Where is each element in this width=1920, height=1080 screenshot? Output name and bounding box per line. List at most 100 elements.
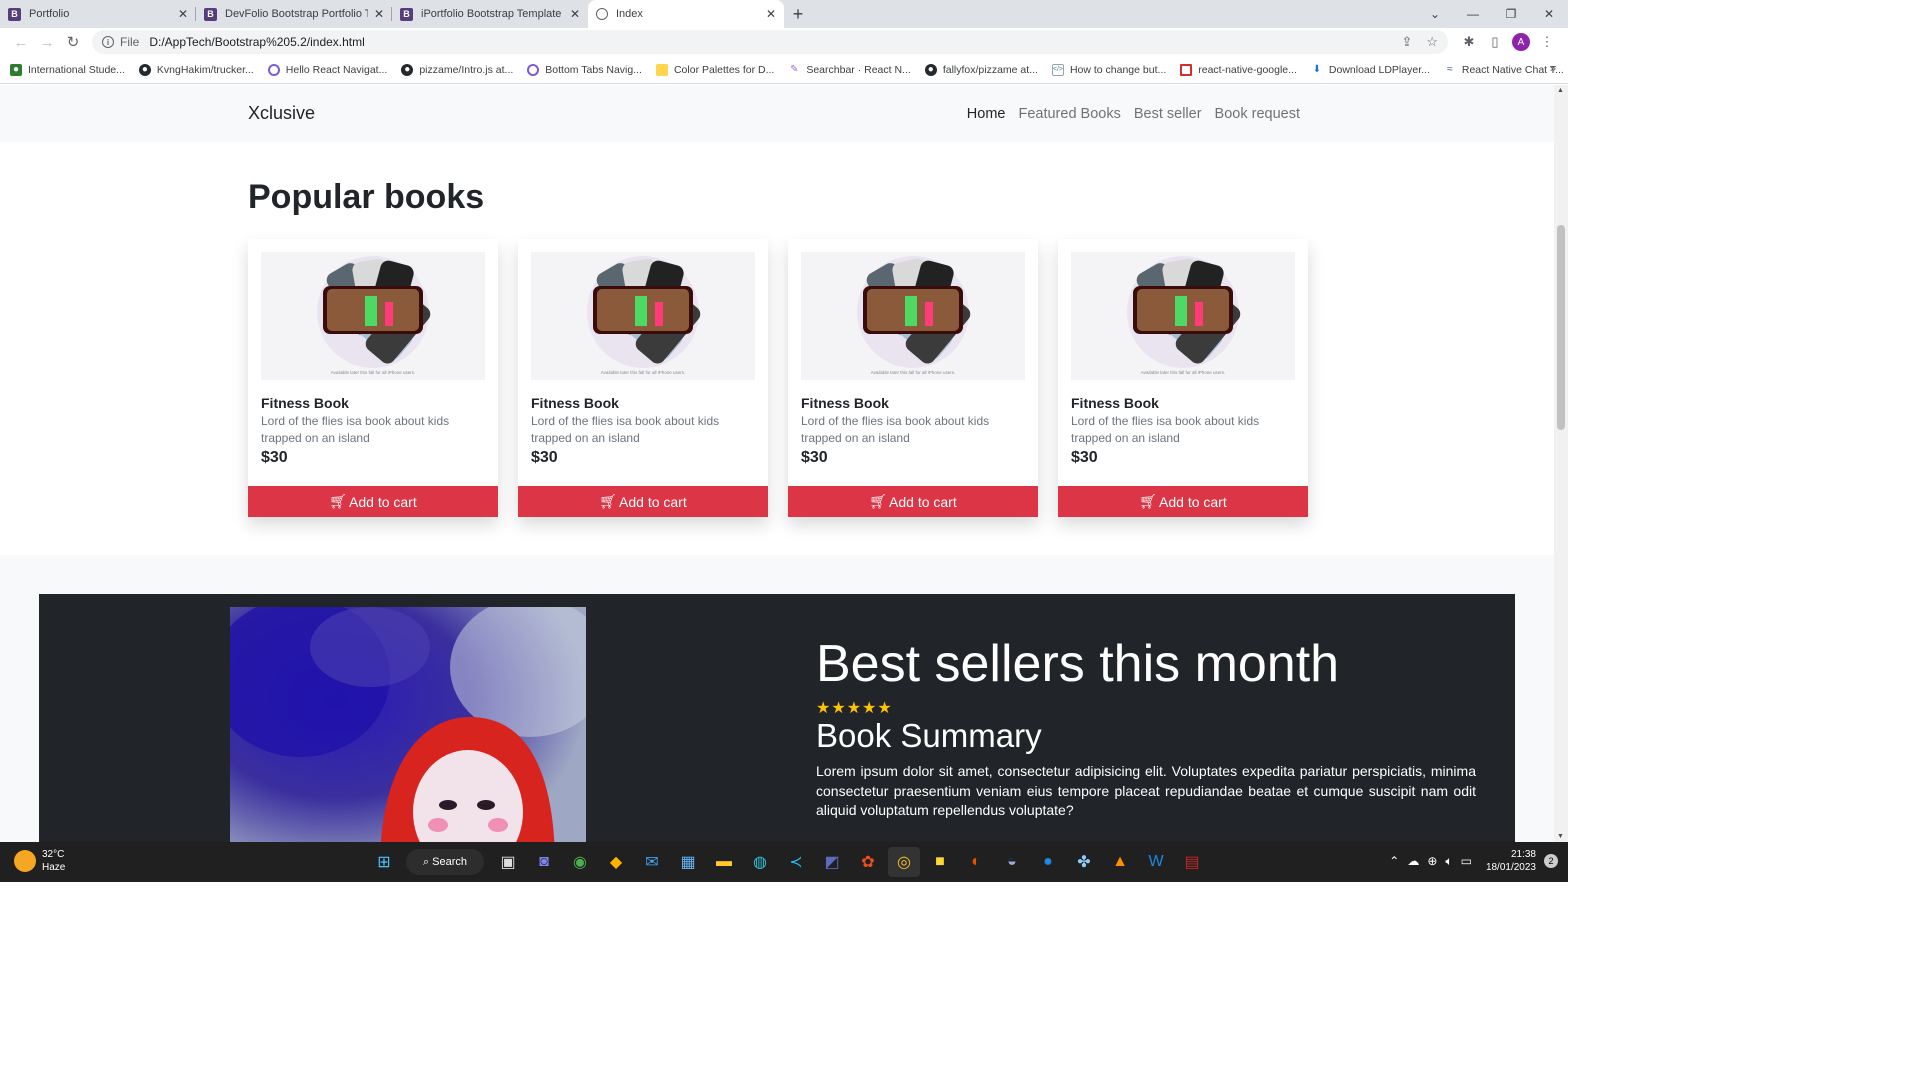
os-taskbar: 32°C Haze ⊞ ⌕ Search ▣ ◙ ◉ ◆ ✉ ▦ ▬ ◍ ≺ ◩… (0, 842, 1568, 882)
close-icon[interactable]: ✕ (178, 7, 188, 21)
bookmark-item[interactable]: Bottom Tabs Navig... (527, 63, 642, 76)
chevron-up-icon[interactable]: ⌃ (1389, 854, 1399, 868)
minimize-icon[interactable]: — (1454, 0, 1492, 28)
nav-link-book-request[interactable]: Book request (1215, 106, 1300, 122)
browser-app-icon[interactable]: ◉ (564, 847, 596, 877)
window-close-icon[interactable]: ✕ (1530, 0, 1568, 28)
book-title: Fitness Book (531, 395, 619, 411)
page-scrollbar[interactable]: ▲ ▼ (1554, 85, 1568, 842)
scheme-label: File (120, 35, 140, 49)
file-explorer-icon[interactable]: ▬ (708, 847, 740, 877)
app-icon[interactable]: ◆ (600, 847, 632, 877)
add-to-cart-label: Add to cart (1159, 493, 1227, 510)
bookmark-item[interactable]: ✎ Searchbar · React N... (788, 64, 911, 76)
nav-link-home[interactable]: Home (967, 106, 1006, 122)
book-card-image: Available later this fall for all iPhone… (531, 252, 755, 380)
rating-stars: ★★★★★ (816, 700, 893, 717)
bookmark-item[interactable]: ● fallyfox/pizzame at... (924, 63, 1038, 76)
scroll-up-icon[interactable]: ▲ (1557, 87, 1564, 94)
bookmark-item[interactable]: ≈ React Native Chat T... (1444, 64, 1564, 76)
scroll-thumb[interactable] (1557, 225, 1565, 430)
scroll-down-icon[interactable]: ▼ (1557, 833, 1564, 840)
bootstrap-icon: B (204, 7, 217, 21)
close-icon[interactable]: ✕ (374, 7, 384, 21)
clock[interactable]: 21:38 18/01/2023 (1486, 848, 1536, 874)
back-icon[interactable]: ← (8, 34, 34, 51)
github-icon: ● (924, 63, 937, 76)
bookmark-item[interactable]: ⬇ Download LDPlayer... (1311, 64, 1430, 76)
add-to-cart-label: Add to cart (889, 493, 957, 510)
cart-icon: 🛒︎ (1139, 493, 1158, 509)
app-icon[interactable]: ◒ (996, 847, 1028, 877)
nav-link-featured-books[interactable]: Featured Books (1018, 106, 1120, 122)
close-icon[interactable]: ✕ (570, 7, 580, 21)
restore-icon[interactable]: ❐ (1492, 0, 1530, 28)
bookmark-item[interactable]: Color Palettes for D... (655, 63, 774, 76)
tab-search-icon[interactable]: ⌄ (1416, 0, 1454, 28)
reload-icon[interactable]: ↻ (60, 33, 86, 51)
svg-text:Available later this fall for: Available later this fall for all iPhone… (1141, 370, 1225, 375)
winrar-icon[interactable]: ▤ (1176, 847, 1208, 877)
taskbar-apps: ⊞ ⌕ Search ▣ ◙ ◉ ◆ ✉ ▦ ▬ ◍ ≺ ◩ ✿ ◎ ■ ◐ ◒… (368, 847, 1212, 877)
new-tab-button[interactable]: + (784, 0, 812, 28)
battery-icon[interactable]: ▭ (1461, 854, 1472, 868)
bookmark-item[interactable]: </> How to change but... (1051, 63, 1166, 76)
bookmark-item[interactable]: react-native-google... (1180, 63, 1297, 76)
tab-title: Portfolio (29, 8, 70, 20)
editor-icon[interactable]: ◩ (816, 847, 848, 877)
share-icon[interactable]: ⇪ (1401, 34, 1412, 50)
add-to-cart-button[interactable]: 🛒︎ Add to cart (518, 486, 768, 517)
app-icon[interactable]: ◐ (960, 847, 992, 877)
app-icon[interactable]: ✤ (1068, 847, 1100, 877)
chrome-icon[interactable]: ◎ (888, 847, 920, 877)
bookmark-item[interactable]: Hello React Navigat... (267, 63, 387, 76)
book-price: $30 (261, 449, 288, 466)
navbar-brand[interactable]: Xclusive (248, 103, 315, 124)
sticky-notes-icon[interactable]: ■ (924, 847, 956, 877)
bookmark-star-icon[interactable]: ☆ (1426, 34, 1438, 50)
browser-tab[interactable]: B Portfolio ✕ (0, 0, 196, 28)
bookmark-item[interactable]: ● pizzame/Intro.js at... (401, 63, 513, 76)
volume-icon[interactable]: 🔈︎ (1445, 854, 1452, 869)
vscode-icon[interactable]: ≺ (780, 847, 812, 877)
cloud-icon[interactable]: ☁ (1407, 854, 1419, 868)
clock-time: 21:38 (1510, 849, 1536, 860)
windows-start-icon[interactable]: ⊞ (368, 847, 400, 877)
browser-tab[interactable]: B DevFolio Bootstrap Portfolio Tem ✕ (196, 0, 392, 28)
info-icon[interactable]: i (102, 36, 114, 48)
address-bar[interactable]: i File D:/AppTech/Bootstrap%205.2/index.… (92, 30, 1448, 54)
notification-badge[interactable]: 2 (1544, 854, 1558, 868)
store-icon[interactable]: ▦ (672, 847, 704, 877)
extensions-icon[interactable]: ✱ (1456, 34, 1482, 50)
bookmark-item[interactable]: ● KvngHakim/trucker... (138, 63, 254, 76)
weather-widget[interactable]: 32°C Haze (14, 848, 65, 874)
more-bookmarks-icon[interactable]: » (1550, 63, 1556, 75)
mail-icon[interactable]: ✉ (636, 847, 668, 877)
forward-icon[interactable]: → (34, 34, 60, 51)
profile-avatar[interactable]: A (1512, 33, 1530, 51)
add-to-cart-button[interactable]: 🛒︎ Add to cart (788, 486, 1038, 517)
cart-icon: 🛒︎ (599, 493, 618, 509)
book-card-image: Available later this fall for all iPhone… (261, 252, 485, 380)
language-icon[interactable]: ⊕ (1427, 854, 1437, 868)
edge-icon[interactable]: ◍ (744, 847, 776, 877)
nav-link-best-seller[interactable]: Best seller (1134, 106, 1202, 122)
url-text[interactable]: D:/AppTech/Bootstrap%205.2/index.html (149, 35, 1387, 49)
taskbar-search-button[interactable]: ⌕ Search (406, 849, 484, 875)
browser-tab[interactable]: B iPortfolio Bootstrap Template - Ir ✕ (392, 0, 588, 28)
app-icon[interactable]: ● (1032, 847, 1064, 877)
add-to-cart-button[interactable]: 🛒︎ Add to cart (248, 486, 498, 517)
bookmark-item[interactable]: ● International Stude... (10, 63, 125, 76)
teams-chat-icon[interactable]: ◙ (528, 847, 560, 877)
word-icon[interactable]: W (1140, 847, 1172, 877)
task-view-icon[interactable]: ▣ (492, 847, 524, 877)
add-to-cart-button[interactable]: 🛒︎ Add to cart (1058, 486, 1308, 517)
close-icon[interactable]: ✕ (766, 7, 776, 21)
palette-icon (655, 63, 668, 76)
menu-icon[interactable]: ⋮ (1534, 34, 1560, 50)
side-panel-icon[interactable]: ▯ (1482, 34, 1508, 50)
browser-tab-active[interactable]: Index ✕ (588, 0, 784, 28)
figma-icon[interactable]: ✿ (852, 847, 884, 877)
vlc-icon[interactable]: ▲ (1104, 847, 1136, 877)
temperature-text: 32°C (42, 849, 65, 860)
